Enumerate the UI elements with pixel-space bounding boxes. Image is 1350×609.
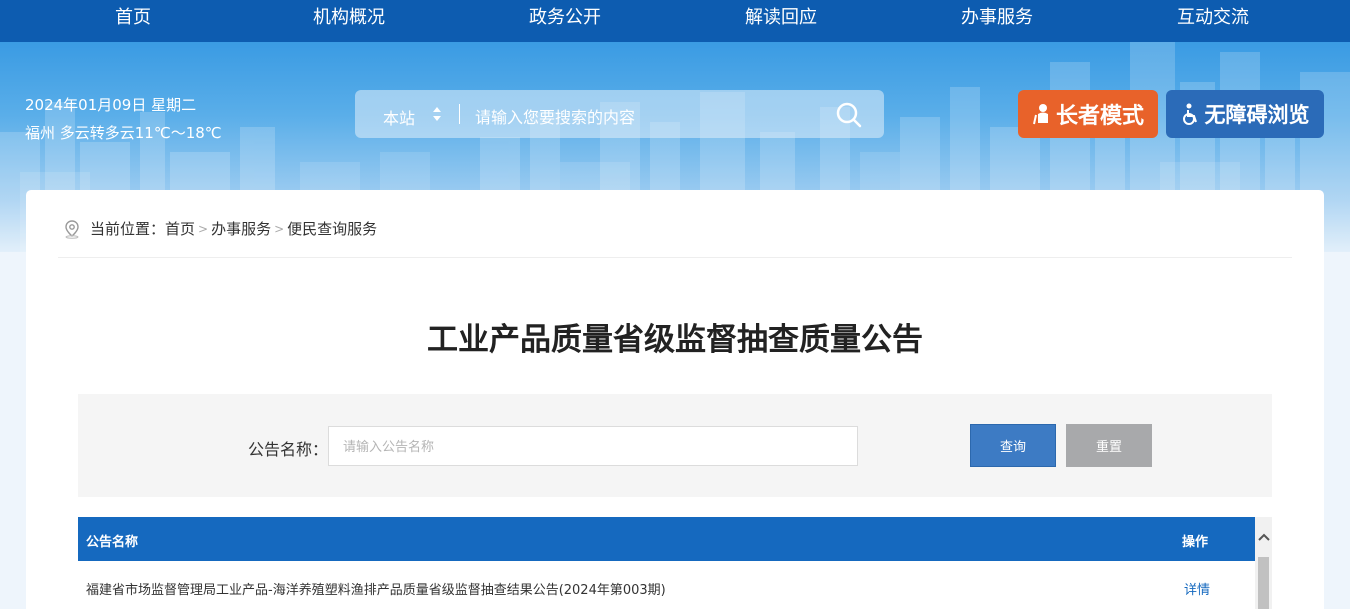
search-icon[interactable] [836,102,862,128]
search-divider [459,104,460,124]
top-nav: 首页 机构概况 政务公开 解读回应 办事服务 互动交流 [0,0,1350,42]
page-title: 工业产品质量省级监督抽查质量公告 [427,322,923,358]
site-search-box: 本站 请输入您要搜索的内容 [355,90,884,138]
breadcrumb-convenience-query[interactable]: 便民查询服务 [287,218,377,239]
announcement-title: 福建省市场监督管理局工业产品-海洋养殖塑料渔排产品质量省级监督抽查结果公告(20… [86,583,666,598]
search-scope-select[interactable]: 本站 [383,105,415,129]
breadcrumb: 当前位置： 首页 > 办事服务 > 便民查询服务 [62,218,377,239]
elder-person-icon [1033,104,1048,125]
wheelchair-icon [1182,103,1197,125]
accessible-browse-button[interactable]: 无障碍浏览 [1166,90,1324,138]
breadcrumb-separator: > [274,221,285,236]
nav-item-home[interactable]: 首页 [25,0,241,42]
breadcrumb-home[interactable]: 首页 [165,218,195,239]
accessible-browse-label: 无障碍浏览 [1204,103,1310,127]
elder-mode-button[interactable]: 长者模式 [1018,90,1158,138]
breadcrumb-separator: > [198,221,209,236]
current-date: 2024年01月09日 星期二 [25,96,197,114]
table-scrollbar[interactable] [1255,517,1272,609]
breadcrumb-prefix: 当前位置： [90,220,166,238]
breadcrumb-services[interactable]: 办事服务 [211,218,271,239]
location-pin-icon [65,219,79,239]
breadcrumb-divider [58,257,1292,258]
nav-item-interaction[interactable]: 互动交流 [1105,0,1321,42]
column-header-action: 操作 [1182,535,1209,550]
sort-arrows-icon [433,107,441,121]
filter-panel: 公告名称： 查询 重置 [78,394,1272,497]
table-header: 公告名称 操作 [78,517,1255,561]
announcement-name-input[interactable] [328,426,858,466]
announcement-name-label: 公告名称： [248,440,329,459]
chevron-up-icon [1257,533,1270,541]
nav-item-gov-affairs[interactable]: 政务公开 [457,0,673,42]
search-input[interactable]: 请输入您要搜索的内容 [475,104,635,128]
nav-item-services[interactable]: 办事服务 [889,0,1105,42]
detail-link[interactable]: 详情 [1184,579,1210,598]
scroll-up-button[interactable] [1255,517,1272,557]
elder-mode-label: 长者模式 [1055,104,1144,129]
query-button[interactable]: 查询 [970,424,1056,467]
table-row: 福建省市场监督管理局工业产品-海洋养殖塑料渔排产品质量省级监督抽查结果公告(20… [78,561,1255,609]
scroll-thumb[interactable] [1258,557,1269,609]
nav-item-overview[interactable]: 机构概况 [241,0,457,42]
reset-button[interactable]: 重置 [1066,424,1152,467]
nav-item-interpretation[interactable]: 解读回应 [673,0,889,42]
weather-info: 福州 多云转多云11℃～18℃ [25,124,222,142]
main-content-card: 当前位置： 首页 > 办事服务 > 便民查询服务 工业产品质量省级监督抽查质量公… [26,190,1324,609]
column-header-name: 公告名称 [86,535,139,550]
